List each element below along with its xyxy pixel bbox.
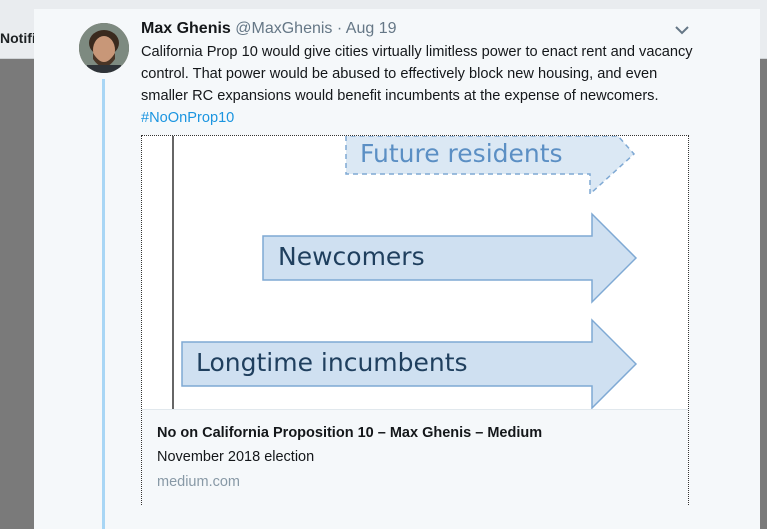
tweet-text: California Prop 10 would give cities vir… bbox=[141, 41, 701, 129]
hashtag-link[interactable]: #NoOnProp10 bbox=[141, 110, 234, 126]
display-name[interactable]: Max Ghenis bbox=[141, 20, 231, 37]
incumbents-label: Longtime incumbents bbox=[196, 348, 468, 377]
card-title: No on California Proposition 10 – Max Gh… bbox=[157, 425, 543, 441]
separator-dot: · bbox=[336, 20, 343, 37]
tweet-header: Max Ghenis @MaxGhenis · Aug 19 bbox=[141, 19, 397, 39]
card-info[interactable]: No on California Proposition 10 – Max Gh… bbox=[142, 409, 688, 505]
user-handle[interactable]: @MaxGhenis bbox=[235, 20, 332, 37]
tweet-body: California Prop 10 would give cities vir… bbox=[141, 44, 693, 104]
tweet-date[interactable]: Aug 19 bbox=[346, 20, 397, 37]
card-image[interactable]: Future residents Newcomers Longtime incu… bbox=[142, 136, 688, 409]
link-card[interactable]: Future residents Newcomers Longtime incu… bbox=[141, 135, 689, 505]
avatar[interactable] bbox=[79, 23, 129, 73]
tweet-actions-partial bbox=[146, 524, 446, 529]
card-description: November 2018 election bbox=[157, 449, 315, 465]
card-domain: medium.com bbox=[157, 474, 240, 490]
newcomers-label: Newcomers bbox=[278, 242, 425, 271]
chevron-down-icon[interactable] bbox=[674, 23, 690, 35]
background-notifications-tab[interactable]: Notifi bbox=[0, 30, 36, 46]
future-residents-label: Future residents bbox=[360, 139, 563, 168]
tweet-modal: Max Ghenis @MaxGhenis · Aug 19 Californi… bbox=[34, 9, 760, 529]
thread-line bbox=[102, 79, 105, 529]
